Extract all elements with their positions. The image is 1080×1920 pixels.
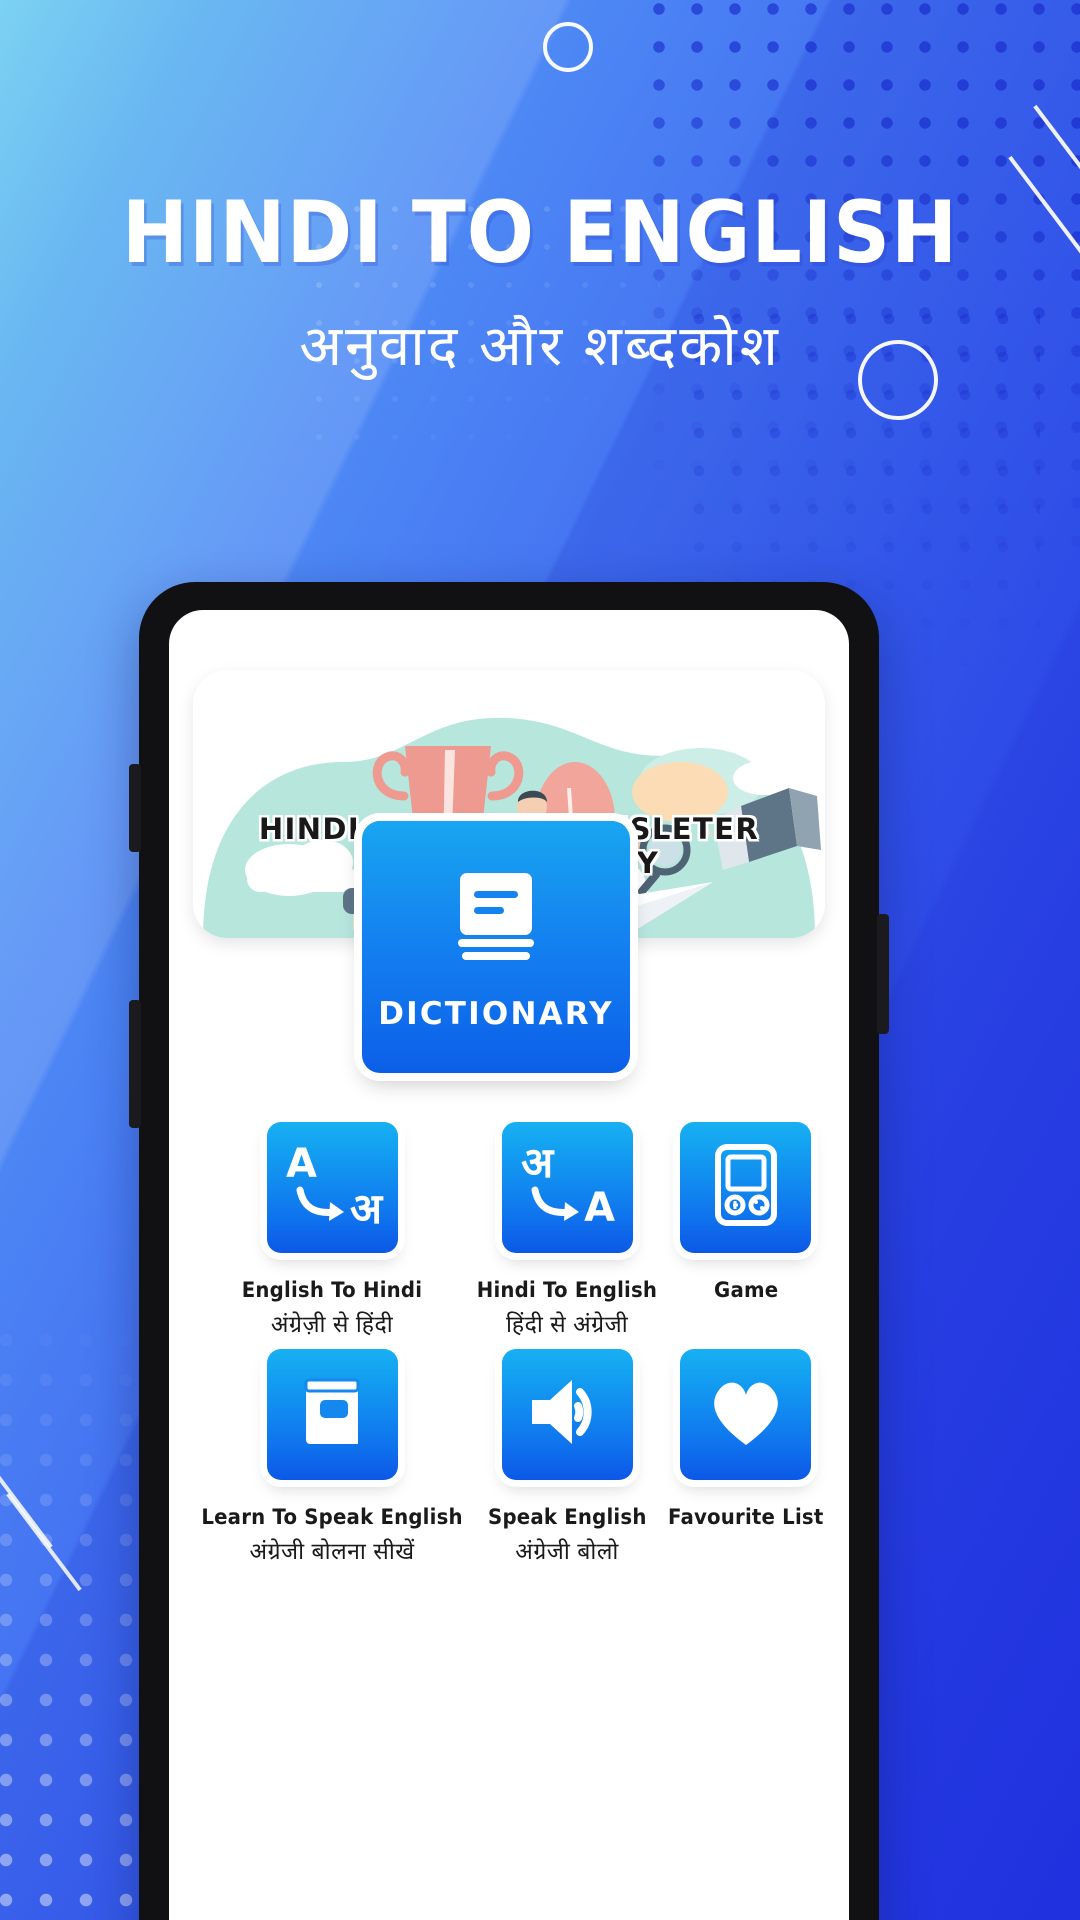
grid-label-hi: अंग्रेजी बोलना सीखें: [249, 1538, 415, 1564]
speaker-icon: [524, 1372, 610, 1457]
grid-label-en: Speak English: [487, 1505, 647, 1529]
grid-label-en: Hindi To English: [476, 1278, 658, 1302]
page-subtitle: अनुवाद और शब्दकोश: [299, 314, 781, 377]
phone-screen: HINDI ENGLISH TRANSLETER AND DICTIONARY …: [169, 610, 849, 1920]
phone-mockup: HINDI ENGLISH TRANSLETER AND DICTIONARY …: [129, 582, 889, 1920]
grid-label-hi: अंग्रेज़ी से हिंदी: [270, 1311, 394, 1337]
glyph-source: अ: [521, 1137, 554, 1187]
grid-item-hindi-to-english[interactable]: अ A Hindi To English हिंदी से अंग्रेजी: [471, 1122, 663, 1339]
glyph-target: A: [584, 1184, 616, 1231]
grid-label-en: Favourite List: [667, 1505, 824, 1529]
learn-to-speak-tile[interactable]: [266, 1349, 398, 1480]
grid-item-speak-english[interactable]: Speak English अंग्रेजी बोलो: [471, 1349, 663, 1566]
page-title: HINDI TO ENGLISH: [121, 183, 959, 283]
promo-screenshot: HINDI TO ENGLISH अनुवाद और शब्दकोश HINDI…: [0, 0, 1080, 1920]
circle-outline-top: [543, 22, 593, 72]
grid-item-english-to-hindi[interactable]: A अ English To Hindi अंग्रेज़ी से हिंदी: [193, 1122, 471, 1339]
grid-label-en: Game: [713, 1278, 778, 1302]
favourite-list-tile[interactable]: [680, 1349, 812, 1480]
grid-item-game[interactable]: Game: [663, 1122, 828, 1339]
a-to-hindi-icon: A अ: [282, 1144, 382, 1232]
grid-label-en: Learn To Speak English: [201, 1505, 463, 1529]
book-icon: [296, 1374, 368, 1455]
glyph-source: A: [286, 1140, 318, 1187]
phone-power-button: [877, 914, 889, 1034]
hindi-to-english-tile[interactable]: अ A: [501, 1122, 633, 1253]
dictionary-button[interactable]: DICTIONARY: [362, 821, 630, 1073]
grid-item-learn-to-speak-english[interactable]: Learn To Speak English अंग्रेजी बोलना सी…: [193, 1349, 471, 1566]
english-to-hindi-tile[interactable]: A अ: [266, 1122, 398, 1253]
grid-label-hi: हिंदी से अंग्रेजी: [505, 1311, 629, 1337]
arrow-icon: [531, 1186, 580, 1221]
grid-label-en: English To Hindi: [241, 1278, 423, 1302]
feature-grid: A अ English To Hindi अंग्रेज़ी से हिंदी: [193, 1122, 825, 1566]
grid-item-favourite-list[interactable]: Favourite List: [663, 1349, 828, 1566]
gamepad-icon: [712, 1143, 780, 1232]
hindi-to-a-icon: अ A: [517, 1137, 617, 1232]
book-icon: [444, 869, 548, 970]
grid-label-hi: अंग्रेजी बोलो: [515, 1538, 619, 1564]
game-tile[interactable]: [680, 1122, 812, 1253]
heart-icon: [705, 1375, 787, 1454]
arrow-icon: [296, 1186, 345, 1221]
dictionary-button-label: DICTIONARY: [378, 995, 614, 1032]
phone-volume-down-button: [129, 1000, 141, 1128]
speak-english-tile[interactable]: [501, 1349, 633, 1480]
glyph-target: अ: [349, 1183, 383, 1233]
phone-volume-up-button: [129, 764, 141, 852]
